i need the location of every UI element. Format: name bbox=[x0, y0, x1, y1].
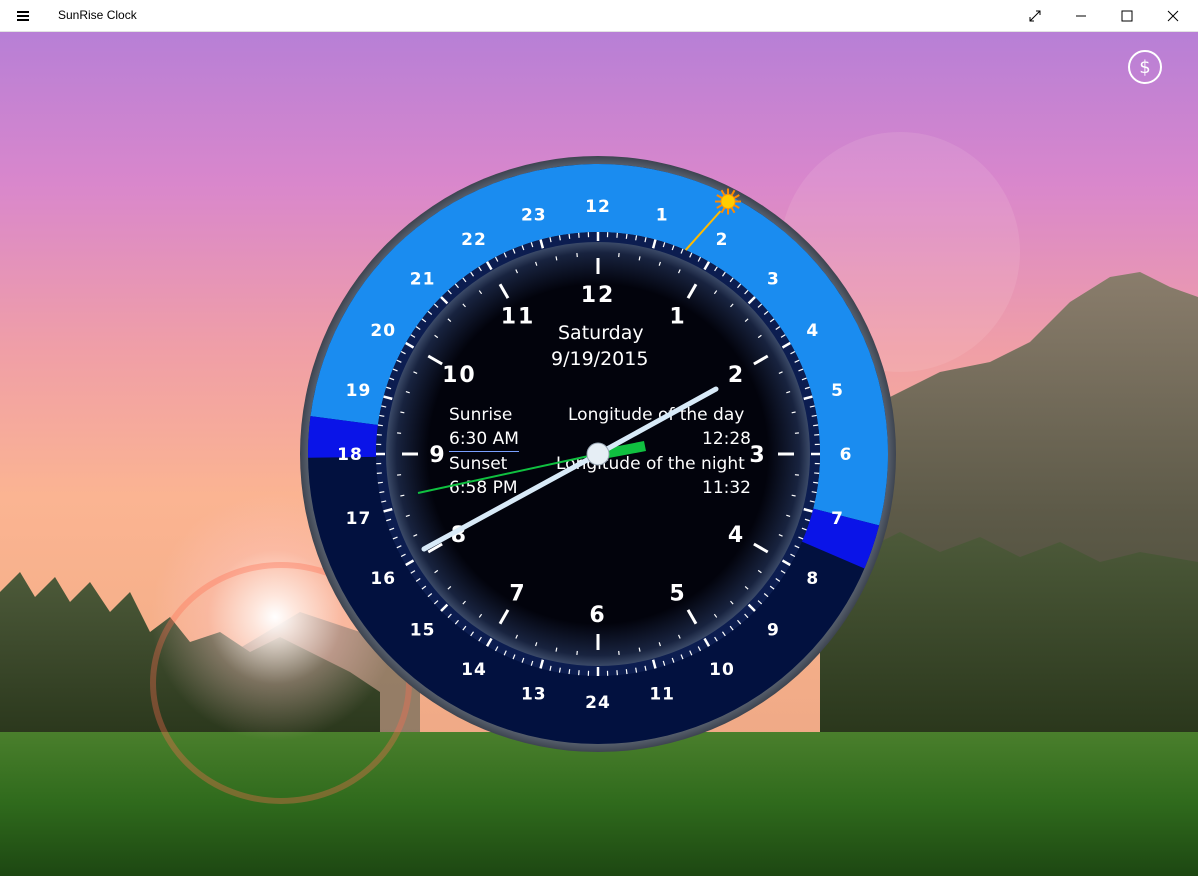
hamburger-icon-line bbox=[17, 15, 29, 17]
hand-pivot bbox=[586, 442, 610, 466]
close-icon bbox=[1167, 10, 1179, 22]
purchase-button[interactable]: $ bbox=[1128, 50, 1162, 84]
full-screen-button[interactable] bbox=[1012, 0, 1058, 32]
minimize-icon bbox=[1076, 15, 1086, 17]
maximize-button[interactable] bbox=[1104, 0, 1150, 32]
title-bar: SunRise Clock bbox=[0, 0, 1198, 32]
hour-hand bbox=[595, 386, 719, 457]
expand-icon bbox=[1029, 10, 1041, 22]
maximize-icon bbox=[1121, 10, 1133, 22]
second-hand bbox=[417, 453, 599, 494]
sunrise-scene: $ 24 13 14 15 16 17 18 19 20 21 22 23 12 1 2 3 4 5 6 7 8 9 10 1… bbox=[0, 32, 1198, 876]
dollar-circle-icon: $ bbox=[1139, 56, 1151, 78]
close-button[interactable] bbox=[1150, 0, 1196, 32]
hamburger-icon bbox=[17, 11, 29, 13]
hamburger-icon-line bbox=[17, 19, 29, 21]
clock-hands bbox=[417, 386, 719, 552]
hamburger-menu-button[interactable] bbox=[12, 8, 34, 24]
window-title: SunRise Clock bbox=[58, 8, 137, 22]
minimize-button[interactable] bbox=[1058, 0, 1104, 32]
minute-hand bbox=[421, 451, 601, 552]
